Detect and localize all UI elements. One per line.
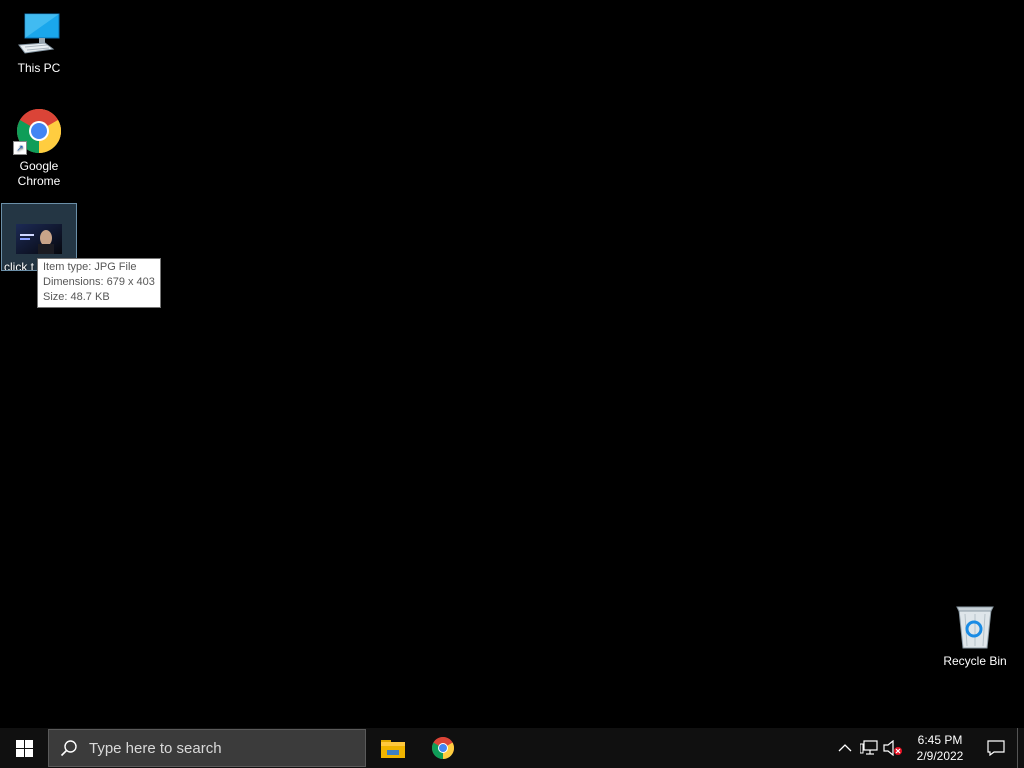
volume-muted-icon[interactable] — [881, 728, 905, 768]
chrome-icon: ↗ — [13, 107, 63, 155]
search-input[interactable] — [89, 739, 349, 757]
system-tray: 6:45 PM 2/9/2022 — [833, 728, 1024, 768]
jpg-thumbnail-icon — [16, 224, 62, 254]
taskbar: 6:45 PM 2/9/2022 — [0, 728, 1024, 768]
tooltip-dimensions: Dimensions: 679 x 403 — [43, 276, 155, 288]
clock-time: 6:45 PM — [917, 733, 963, 747]
folder-icon — [381, 740, 405, 758]
desktop-icon-recycle-bin[interactable]: Recycle Bin — [936, 598, 1014, 669]
desktop-icon-label: This PC — [17, 61, 61, 75]
taskbar-app-google-chrome[interactable] — [418, 728, 468, 768]
windows-logo-icon — [15, 739, 33, 757]
desktop[interactable]: This PC ↗ Google Chrome click t Item typ… — [0, 0, 1024, 728]
recycle-bin-icon — [951, 602, 999, 650]
chevron-up-icon[interactable] — [833, 728, 857, 768]
notification-icon — [987, 740, 1005, 756]
tooltip-item-type: Item type: JPG File — [43, 261, 137, 273]
shortcut-arrow-icon: ↗ — [13, 141, 27, 155]
taskbar-clock[interactable]: 6:45 PM 2/9/2022 — [905, 728, 975, 768]
taskbar-search-box[interactable] — [48, 729, 366, 767]
taskbar-app-file-explorer[interactable] — [368, 728, 418, 768]
notification-center-button[interactable] — [975, 728, 1017, 768]
search-icon — [49, 739, 89, 757]
desktop-icon-label: Google Chrome — [17, 159, 61, 188]
file-info-tooltip: Item type: JPG File Dimensions: 679 x 40… — [37, 258, 161, 308]
network-icon[interactable] — [857, 728, 881, 768]
clock-date: 2/9/2022 — [916, 749, 964, 763]
start-button[interactable] — [0, 728, 48, 768]
computer-icon — [15, 9, 63, 57]
show-desktop-button[interactable] — [1017, 728, 1024, 768]
desktop-icon-label: Recycle Bin — [943, 654, 1007, 668]
chrome-icon — [432, 737, 454, 759]
tooltip-size: Size: 48.7 KB — [43, 291, 110, 303]
desktop-icon-this-pc[interactable]: This PC — [1, 5, 77, 76]
desktop-icon-google-chrome[interactable]: ↗ Google Chrome — [1, 103, 77, 189]
